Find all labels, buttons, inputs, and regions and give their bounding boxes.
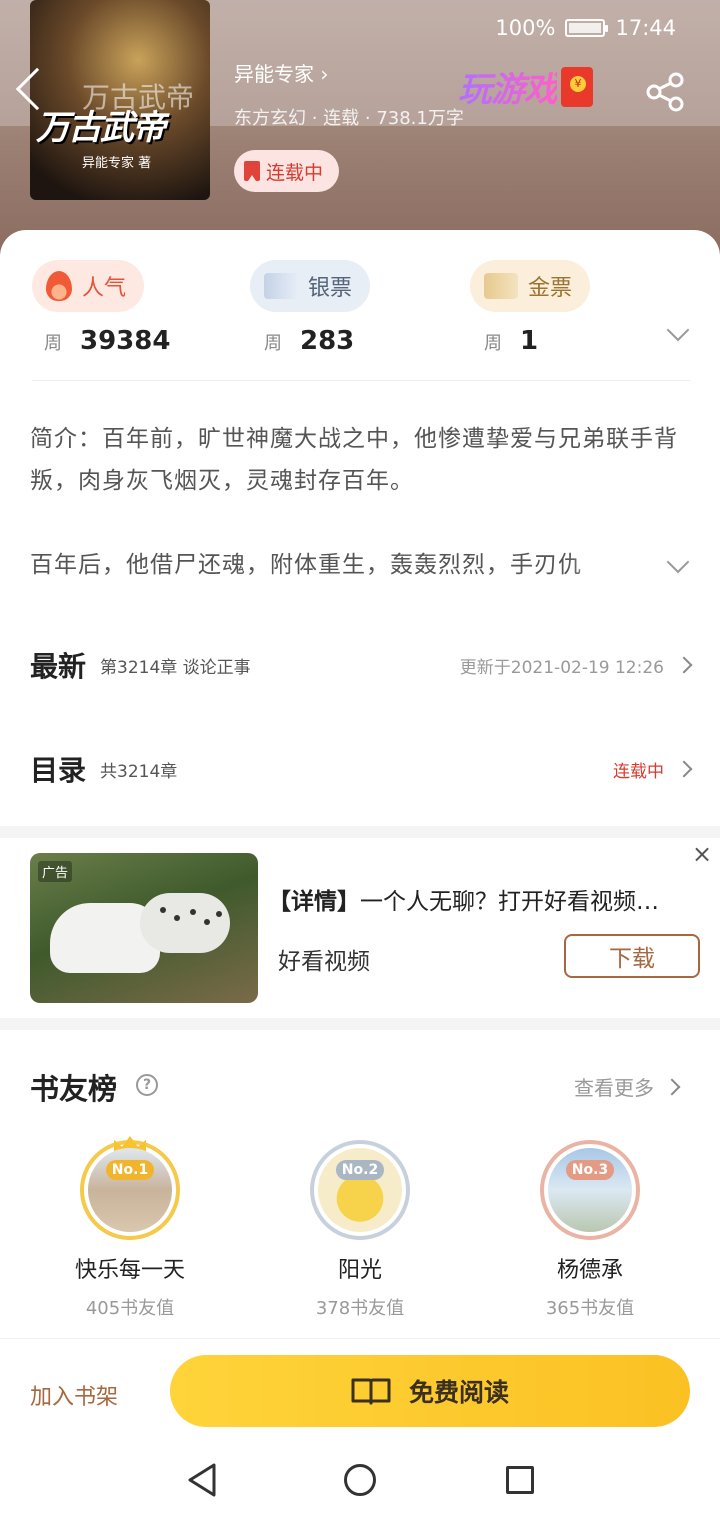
serial-badge-label: 连载中 [266, 161, 324, 184]
silver-ticket-label: 银票 [308, 276, 353, 301]
updated-time: 更新于2021-02-19 12:26 [459, 657, 664, 678]
user-name: 快乐每一天 [74, 1258, 185, 1283]
gold-stat: 周 1 [484, 326, 538, 356]
clock: 17:44 [615, 16, 676, 40]
chevron-right-icon [675, 760, 693, 778]
divider [32, 380, 690, 381]
play-game-label: 玩游戏 [458, 62, 558, 111]
ad-image[interactable]: 广告 [30, 853, 258, 1003]
expand-stats-chevron-icon[interactable] [666, 318, 690, 342]
rank-badge: No.2 [336, 1160, 384, 1180]
add-to-shelf-button[interactable]: 加入书架 [30, 1379, 118, 1411]
week-label: 周 [484, 333, 502, 354]
section-gap [0, 1018, 720, 1030]
status-bar: 100% 17:44 [0, 14, 720, 44]
view-more-link[interactable]: 查看更多 [574, 1072, 681, 1101]
play-game-button[interactable]: 玩游戏 [458, 62, 593, 111]
flame-icon [46, 271, 72, 301]
toc-status: 连载中 [613, 761, 664, 782]
toc-heading: 目录 [30, 754, 87, 787]
ranking-user-1[interactable]: No.1 快乐每一天 405书友值 [30, 1136, 230, 1320]
user-score: 378书友值 [315, 1298, 405, 1319]
toc-count: 共3214章 [100, 761, 178, 782]
intro-text-more: 百年后，他借尸还魂，附体重生，轰轰烈烈，手刃仇 [30, 552, 582, 578]
bottom-action-bar: 加入书架 免费阅读 [0, 1338, 720, 1442]
latest-chapter-row[interactable]: 最新 第3214章 谈论正事 更新于2021-02-19 12:26 [30, 640, 693, 690]
goat-shape [140, 893, 230, 953]
share-icon[interactable] [644, 70, 688, 114]
silver-value: 283 [300, 326, 355, 356]
ranking-user-3[interactable]: No.3 杨德承 365书友值 [490, 1140, 690, 1320]
chevron-right-icon [663, 1078, 681, 1095]
nav-recent-apps-icon[interactable] [506, 1466, 534, 1494]
ad-title-prefix: 【详情】 [268, 889, 360, 915]
expand-intro-chevron-icon[interactable] [666, 550, 690, 574]
rank-badge: No.1 [106, 1160, 154, 1180]
popularity-label: 人气 [82, 276, 127, 301]
header-ghost-title: 万古武帝 [82, 81, 195, 114]
chevron-right-icon [675, 656, 693, 674]
book-meta: 东方玄幻 · 连载 · 738.1万字 [234, 108, 464, 129]
avatar[interactable]: No.3 [540, 1140, 640, 1240]
ad-tag: 广告 [38, 861, 73, 882]
gold-ticket-pill[interactable]: 金票 [470, 260, 591, 312]
popularity-value: 39384 [80, 326, 171, 356]
system-nav-bar [0, 1442, 720, 1520]
gold-ticket-label: 金票 [528, 276, 573, 301]
close-icon[interactable]: × [690, 842, 714, 866]
section-gap [0, 826, 720, 838]
popularity-pill[interactable]: 人气 [32, 260, 145, 312]
intro-text: 简介：百年前，旷世神魔大战之中，他惨遭挚爱与兄弟联手背叛，肉身灰飞烟灭，灵魂封存… [30, 426, 678, 494]
user-score: 365书友值 [545, 1298, 635, 1319]
serial-badge: 连载中 [234, 150, 340, 192]
open-book-icon [351, 1378, 391, 1405]
week-label: 周 [264, 333, 282, 354]
battery-icon [565, 19, 609, 37]
bookmark-icon [244, 161, 260, 181]
free-read-label: 免费阅读 [408, 1378, 509, 1407]
avatar[interactable]: No.1 [80, 1136, 180, 1240]
book-detail-card: 人气 银票 金票 周 39384 周 283 周 1 简介：百年前，旷世神魔大战… [0, 230, 720, 830]
book-header: 万古武帝 异能专家 著 100% 17:44 万古武帝 异能专家 › 东方玄幻 … [0, 0, 720, 260]
latest-heading: 最新 [30, 650, 87, 683]
user-name: 杨德承 [556, 1258, 623, 1283]
nav-back-icon[interactable] [186, 1462, 218, 1498]
silver-ticket-icon [264, 273, 298, 299]
rank-badge: No.3 [566, 1160, 614, 1180]
ad-brand: 好看视频 [278, 949, 370, 975]
battery-percent: 100% [495, 16, 556, 40]
author-name: 异能专家 [234, 62, 314, 86]
user-score: 405书友值 [85, 1298, 175, 1319]
ranking-user-2[interactable]: No.2 阳光 378书友值 [260, 1140, 460, 1320]
gold-ticket-icon [484, 273, 518, 299]
cover-author: 异能专家 著 [82, 156, 152, 171]
toc-row[interactable]: 目录 共3214章 连载中 [30, 744, 693, 794]
help-icon[interactable]: ? [136, 1074, 158, 1096]
red-packet-icon [561, 66, 593, 107]
silver-stat: 周 283 [264, 326, 354, 356]
popularity-stat: 周 39384 [44, 326, 170, 356]
nav-home-icon[interactable] [344, 1464, 376, 1496]
latest-chapter: 第3214章 谈论正事 [100, 657, 251, 678]
avatar[interactable]: No.2 [310, 1140, 410, 1240]
ad-download-button[interactable]: 下载 [564, 934, 700, 978]
ranking-title: 书友榜 [30, 1072, 118, 1106]
user-name: 阳光 [337, 1258, 382, 1283]
silver-ticket-pill[interactable]: 银票 [250, 260, 371, 312]
ad-title-text: 一个人无聊？打开好看视频… [360, 889, 659, 915]
view-more-label: 查看更多 [574, 1076, 654, 1100]
chevron-right-icon: › [314, 62, 329, 86]
free-read-button[interactable]: 免费阅读 [170, 1355, 690, 1427]
ad-title[interactable]: 【详情】一个人无聊？打开好看视频… [268, 882, 698, 916]
week-label: 周 [44, 333, 62, 354]
author-link[interactable]: 异能专家 › [234, 58, 328, 87]
ad-banner[interactable]: 广告 【详情】一个人无聊？打开好看视频… 好看视频 下载 × [0, 838, 720, 1018]
gold-value: 1 [520, 326, 539, 356]
